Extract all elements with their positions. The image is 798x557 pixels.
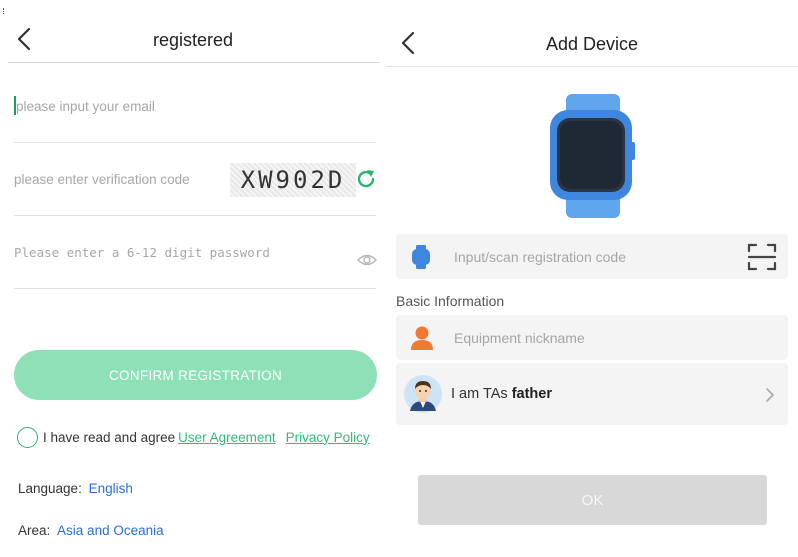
agreement-row: I have read and agree User Agreement Pri…	[17, 426, 370, 448]
email-input[interactable]	[16, 96, 378, 116]
page-title: Add Device	[545, 34, 639, 54]
smartwatch-illustration	[550, 94, 635, 218]
registration-header: registered	[0, 0, 386, 62]
person-icon	[411, 326, 433, 350]
area-selector[interactable]: Asia and Oceania	[57, 523, 164, 538]
section-label: Basic Information	[396, 293, 505, 309]
relationship-prefix: I am TAs	[451, 386, 508, 402]
scan-icon[interactable]	[747, 242, 777, 272]
registration-code-field	[396, 234, 788, 279]
language-row: Language: English	[18, 481, 133, 496]
nickname-input[interactable]	[454, 328, 754, 348]
password-input[interactable]	[14, 242, 334, 262]
agreement-checkbox[interactable]	[17, 426, 38, 448]
relationship-value: father	[511, 386, 552, 402]
refresh-icon[interactable]	[354, 167, 378, 191]
verification-code-input[interactable]	[14, 169, 214, 189]
email-field	[14, 86, 378, 143]
header-divider	[386, 66, 798, 67]
add-device-header: Add Device	[386, 0, 798, 62]
registration-panel: registered XW902D CONFIRM REGISTRATION I…	[0, 0, 386, 557]
ok-button[interactable]: OK	[418, 475, 767, 525]
agreement-text: I have read and agree	[43, 429, 176, 445]
area-label: Area:	[18, 523, 51, 538]
password-field	[14, 216, 377, 289]
verification-code-field: XW902D	[14, 143, 376, 216]
language-selector[interactable]: English	[89, 481, 133, 496]
page-title: registered	[152, 30, 234, 50]
relationship-label: I am TAs father	[451, 386, 552, 402]
captcha-image[interactable]: XW902D	[230, 163, 356, 197]
chevron-right-icon	[766, 388, 774, 402]
privacy-policy-link[interactable]: Privacy Policy	[286, 430, 370, 445]
eye-icon[interactable]	[357, 252, 377, 268]
area-row: Area: Asia and Oceania	[18, 523, 164, 538]
relationship-selector[interactable]: I am TAs father	[396, 363, 788, 425]
user-agreement-link[interactable]: User Agreement	[178, 430, 276, 445]
header-divider	[8, 62, 380, 63]
confirm-registration-button[interactable]: CONFIRM REGISTRATION	[14, 350, 377, 400]
add-device-panel: Add Device Basic Information	[386, 0, 798, 557]
smartwatch-icon	[412, 245, 430, 269]
father-avatar	[404, 375, 442, 413]
language-label: Language:	[18, 481, 82, 496]
registration-code-input[interactable]	[454, 247, 734, 267]
nickname-field	[396, 315, 788, 360]
